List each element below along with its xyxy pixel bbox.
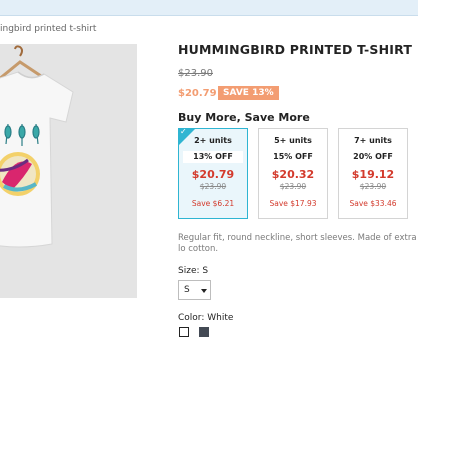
tier-7-units[interactable]: 7+ units 20% OFF $19.12 $23.90 Save $33.… xyxy=(338,128,408,219)
tier-5-units[interactable]: 5+ units 15% OFF $20.32 $23.90 Save $17.… xyxy=(258,128,328,219)
chevron-down-icon xyxy=(201,289,207,293)
size-select[interactable]: S xyxy=(178,280,211,300)
regular-price: $23.90 xyxy=(178,68,213,79)
tier-old-price: $23.90 xyxy=(199,182,227,191)
color-label: Color: White xyxy=(178,313,234,323)
tier-2-units[interactable]: ✓ 2+ units 13% OFF $20.79 $23.90 Save $6… xyxy=(178,128,248,219)
tier-price: $19.12 xyxy=(351,168,395,181)
t-shirt-illustration xyxy=(0,45,74,248)
tier-old-price: $23.90 xyxy=(279,182,307,191)
breadcrumb-current[interactable]: ingbird printed t-shirt xyxy=(0,24,96,34)
checkmark-icon: ✓ xyxy=(180,128,187,136)
product-title: HUMMINGBIRD PRINTED T-SHIRT xyxy=(178,42,413,57)
tier-savings: Save $17.93 xyxy=(269,199,317,208)
product-image[interactable] xyxy=(0,44,137,298)
notification-bar xyxy=(0,0,418,16)
tier-savings: Save $6.21 xyxy=(191,199,235,208)
discount-badge: SAVE 13% xyxy=(218,86,279,100)
bulk-discount-heading: Buy More, Save More xyxy=(178,111,310,124)
tier-discount: 20% OFF xyxy=(353,152,393,161)
color-swatch-black[interactable] xyxy=(199,327,209,337)
tier-units: 2+ units xyxy=(194,136,232,145)
size-label: Size: S xyxy=(178,266,209,276)
tier-units: 7+ units xyxy=(354,136,392,145)
tier-discount: 15% OFF xyxy=(273,152,313,161)
size-select-value: S xyxy=(184,285,190,295)
tier-discount: 13% OFF xyxy=(183,151,243,163)
product-description: Regular fit, round neckline, short sleev… xyxy=(178,233,417,254)
color-swatch-white[interactable] xyxy=(179,327,189,337)
current-price: $20.79 xyxy=(178,88,217,99)
tier-old-price: $23.90 xyxy=(359,182,387,191)
tier-price: $20.32 xyxy=(271,168,315,181)
tier-savings: Save $33.46 xyxy=(349,199,397,208)
tier-units: 5+ units xyxy=(274,136,312,145)
tier-price: $20.79 xyxy=(191,168,235,181)
